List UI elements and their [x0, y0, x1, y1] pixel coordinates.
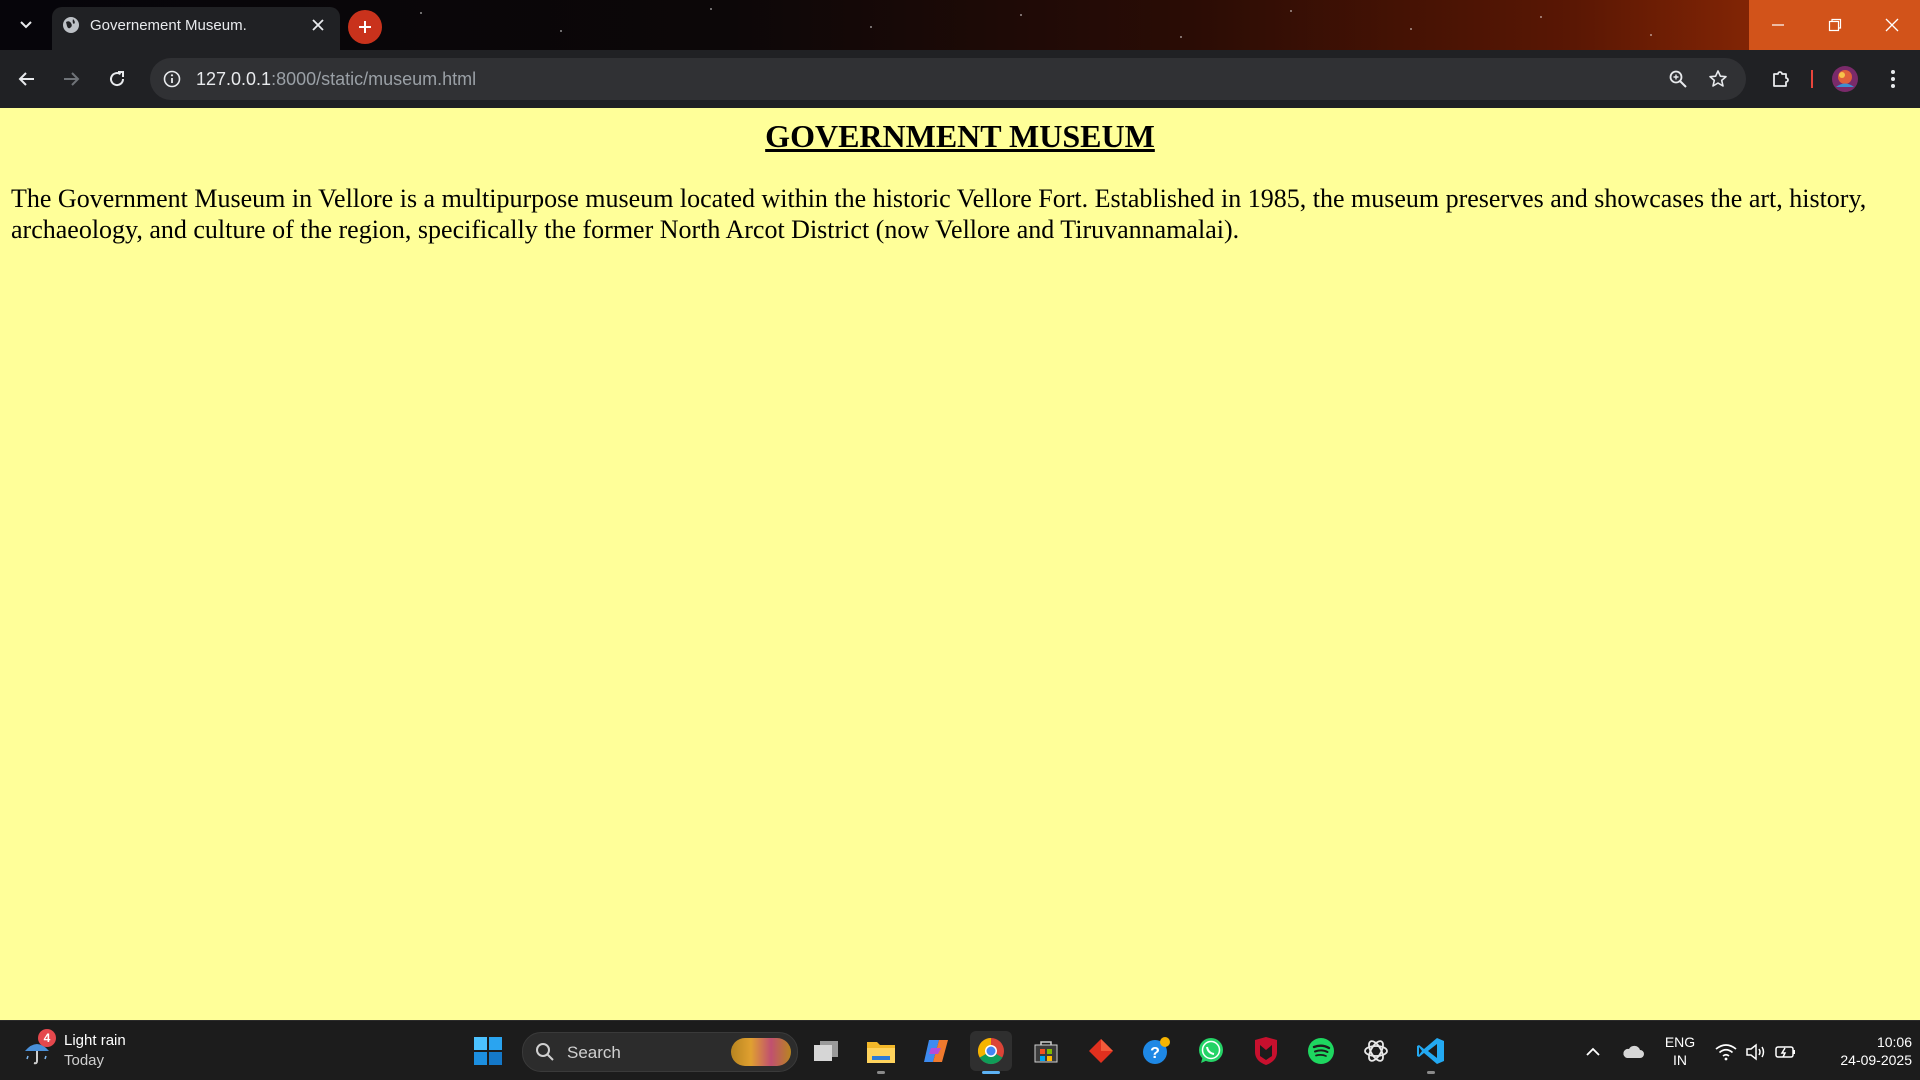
- shield-icon: [1255, 1037, 1277, 1065]
- close-icon: [1885, 18, 1898, 32]
- forward-button[interactable]: [54, 62, 88, 96]
- browser-menu-button[interactable]: [1876, 62, 1910, 96]
- page-heading: GOVERNMENT MUSEUM: [765, 118, 1155, 154]
- task-view-button[interactable]: [805, 1031, 847, 1071]
- microsoft-store-app[interactable]: [1025, 1031, 1067, 1071]
- copilot-icon: [924, 1040, 948, 1062]
- search-icon: [536, 1043, 554, 1061]
- whatsapp-app[interactable]: [1190, 1031, 1232, 1071]
- zoom-button[interactable]: [1666, 67, 1690, 91]
- vscode-icon: [1417, 1038, 1444, 1064]
- browser-tab[interactable]: Governement Museum.: [52, 7, 340, 50]
- weather-day: Today: [64, 1052, 105, 1069]
- onedrive-button[interactable]: [1620, 1039, 1646, 1065]
- site-info-button[interactable]: [160, 67, 184, 91]
- git-app[interactable]: [1080, 1031, 1122, 1071]
- chevron-up-icon: [1586, 1047, 1600, 1056]
- chatgpt-icon: [1364, 1040, 1388, 1062]
- weather-widget[interactable]: 4 Light rain Today: [18, 1029, 168, 1073]
- zoom-icon: [1669, 70, 1687, 88]
- globe-icon: [63, 17, 79, 33]
- url-text[interactable]: 127.0.0.1:8000/static/museum.html: [196, 69, 476, 90]
- url-path: :8000/static/museum.html: [271, 69, 477, 89]
- browser-toolbar: 127.0.0.1:8000/static/museum.html: [0, 50, 1920, 110]
- battery-charging-icon: [1775, 1046, 1795, 1058]
- back-button[interactable]: [10, 62, 44, 96]
- taskbar-search[interactable]: Search: [522, 1032, 798, 1072]
- chrome-app[interactable]: [970, 1031, 1012, 1074]
- browser-titlebar: Governement Museum.: [0, 0, 1920, 50]
- svg-text:?: ?: [1150, 1045, 1160, 1062]
- more-vert-icon: [1891, 70, 1895, 88]
- speaker-icon: [1746, 1043, 1765, 1061]
- tab-title: Governement Museum.: [90, 17, 247, 34]
- store-icon: [1034, 1041, 1058, 1063]
- active-indicator: [982, 1071, 1000, 1074]
- help-icon: ?: [1143, 1037, 1170, 1064]
- plus-icon: [359, 21, 371, 33]
- avatar: [1832, 66, 1858, 92]
- whatsapp-icon: [1199, 1038, 1223, 1063]
- volume-button[interactable]: [1743, 1039, 1769, 1065]
- restore-button[interactable]: [1806, 0, 1863, 50]
- web-page: GOVERNMENT MUSEUM The Government Museum …: [0, 108, 1920, 1020]
- toolbar-divider: [1811, 70, 1813, 88]
- minimize-button[interactable]: [1749, 0, 1806, 50]
- language-indicator[interactable]: ENG IN: [1660, 1033, 1700, 1069]
- spotify-app[interactable]: [1300, 1031, 1342, 1071]
- reload-icon: [110, 71, 125, 87]
- folder-icon: [867, 1042, 895, 1063]
- extensions-button[interactable]: [1764, 62, 1798, 96]
- close-icon: [312, 19, 324, 31]
- tab-search-button[interactable]: [10, 10, 42, 40]
- address-bar[interactable]: 127.0.0.1:8000/static/museum.html: [150, 58, 1746, 100]
- taskbar: 4 Light rain Today Search ? ENG IN 10:06…: [0, 1020, 1920, 1080]
- chatgpt-app[interactable]: [1355, 1031, 1397, 1071]
- copilot-app[interactable]: [915, 1031, 957, 1071]
- new-tab-button[interactable]: [348, 10, 382, 44]
- puzzle-icon: [1773, 71, 1789, 87]
- clock-time: 10:06: [1876, 1034, 1912, 1050]
- weather-condition: Light rain: [64, 1032, 126, 1049]
- file-explorer-app[interactable]: [860, 1031, 902, 1074]
- wifi-icon: [1715, 1044, 1737, 1061]
- show-hidden-icons-button[interactable]: [1580, 1039, 1606, 1065]
- tab-close-button[interactable]: [308, 15, 328, 35]
- info-icon: [163, 70, 181, 88]
- running-indicator: [877, 1071, 885, 1074]
- arrow-left-icon: [18, 72, 34, 86]
- battery-button[interactable]: [1773, 1039, 1799, 1065]
- search-label: Search: [567, 1043, 621, 1062]
- windows-logo-icon: [474, 1037, 502, 1065]
- wifi-button[interactable]: [1713, 1039, 1739, 1065]
- spotify-icon: [1308, 1038, 1334, 1064]
- language-region: IN: [1673, 1052, 1687, 1068]
- language-code: ENG: [1664, 1034, 1696, 1050]
- mcafee-app[interactable]: [1245, 1031, 1287, 1071]
- close-window-button[interactable]: [1863, 0, 1920, 50]
- running-indicator: [1427, 1071, 1435, 1074]
- minimize-icon: [1771, 24, 1784, 26]
- search-highlight-image: [731, 1038, 791, 1066]
- chrome-icon: [977, 1037, 1004, 1065]
- chevron-down-icon: [20, 21, 32, 29]
- arrow-right-icon: [64, 72, 80, 86]
- system-clock[interactable]: 10:06 24-09-2025: [1806, 1033, 1912, 1069]
- page-paragraph: The Government Museum in Vellore is a mu…: [11, 184, 1867, 244]
- diamond-icon: [1089, 1039, 1113, 1063]
- profile-button[interactable]: [1828, 62, 1862, 96]
- reload-button[interactable]: [100, 62, 134, 96]
- screen: Governement Museum. 127.0.0.1:8000/stati…: [0, 0, 1920, 1080]
- start-button[interactable]: [468, 1031, 508, 1071]
- vscode-app[interactable]: [1410, 1031, 1452, 1074]
- url-host: 127.0.0.1: [196, 69, 272, 89]
- help-app[interactable]: ?: [1135, 1031, 1177, 1071]
- restore-icon: [1828, 18, 1841, 32]
- bookmark-button[interactable]: [1706, 67, 1730, 91]
- clock-date: 24-09-2025: [1840, 1052, 1912, 1068]
- star-icon: [1709, 70, 1727, 87]
- task-view-icon: [814, 1041, 838, 1061]
- weather-badge: 4: [38, 1029, 56, 1047]
- cloud-icon: [1623, 1045, 1644, 1058]
